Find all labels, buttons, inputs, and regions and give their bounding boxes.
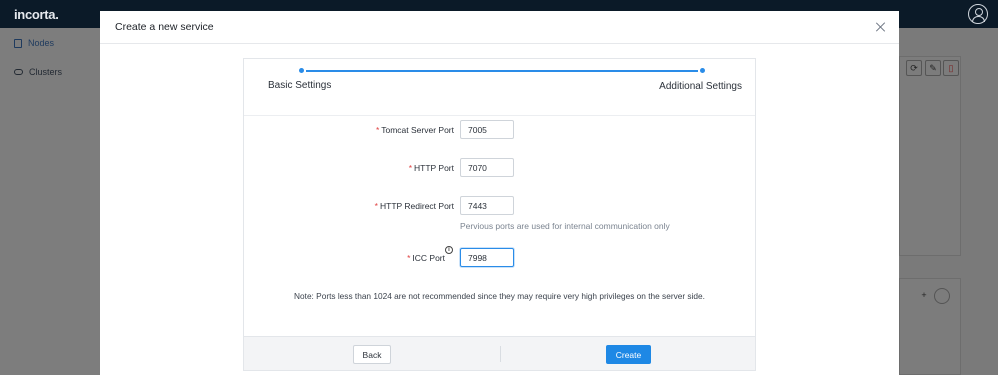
user-profile-icon[interactable]	[968, 4, 988, 24]
edit-icon[interactable]: ✎	[925, 60, 941, 76]
http-port-input[interactable]	[460, 158, 514, 177]
close-icon[interactable]	[875, 21, 887, 33]
wizard-steps: Basic Settings Additional Settings	[244, 59, 755, 116]
refresh-icon[interactable]: ⟳	[906, 60, 922, 76]
icc-port-label: * ICC Port	[407, 253, 445, 263]
wizard-footer: Back Create	[244, 336, 755, 370]
tomcat-port-label: * Tomcat Server Port	[375, 125, 454, 135]
incorta-logo: incorta.	[14, 7, 59, 22]
required-mark: *	[407, 253, 411, 263]
circle-icon[interactable]	[934, 288, 950, 304]
modal-title: Create a new service	[115, 21, 214, 33]
background-panel	[899, 56, 961, 256]
sidebar: Nodes Clusters	[0, 28, 100, 375]
step-progress-line	[306, 70, 698, 72]
sidebar-item-clusters[interactable]: Clusters	[14, 67, 62, 77]
required-mark: *	[408, 163, 412, 173]
step-label-additional[interactable]: Additional Settings	[659, 81, 742, 92]
back-button[interactable]: Back	[353, 345, 391, 364]
ports-hint: Pervious ports are used for internal com…	[460, 221, 670, 231]
ports-note: Note: Ports less than 1024 are not recom…	[294, 291, 705, 301]
sidebar-item-label: Clusters	[29, 67, 63, 77]
create-button[interactable]: Create	[606, 345, 651, 364]
cloud-icon	[14, 69, 23, 75]
create-service-modal: Create a new service Basic Settings Addi…	[100, 11, 899, 375]
step-label-basic[interactable]: Basic Settings	[268, 80, 331, 91]
footer-divider	[500, 346, 501, 362]
sidebar-item-label: Nodes	[28, 38, 55, 48]
step-dot-additional[interactable]	[700, 68, 705, 73]
required-mark: *	[375, 125, 380, 135]
info-icon[interactable]: i	[445, 246, 453, 254]
add-icon[interactable]: +	[916, 288, 932, 304]
http-port-label: * HTTP Port	[408, 163, 454, 173]
nodes-icon	[14, 38, 22, 48]
step-dot-basic[interactable]	[299, 68, 304, 73]
modal-header: Create a new service	[100, 11, 899, 44]
icc-port-input[interactable]	[460, 248, 514, 267]
tomcat-port-input[interactable]	[460, 120, 514, 139]
http-redirect-port-input[interactable]	[460, 196, 514, 215]
wizard-card: Basic Settings Additional Settings * Tomc…	[243, 58, 756, 371]
required-mark: *	[374, 201, 378, 211]
http-redirect-port-label: * HTTP Redirect Port	[374, 201, 454, 211]
delete-icon[interactable]: ▯	[943, 60, 959, 76]
sidebar-item-nodes[interactable]: Nodes	[14, 38, 54, 48]
